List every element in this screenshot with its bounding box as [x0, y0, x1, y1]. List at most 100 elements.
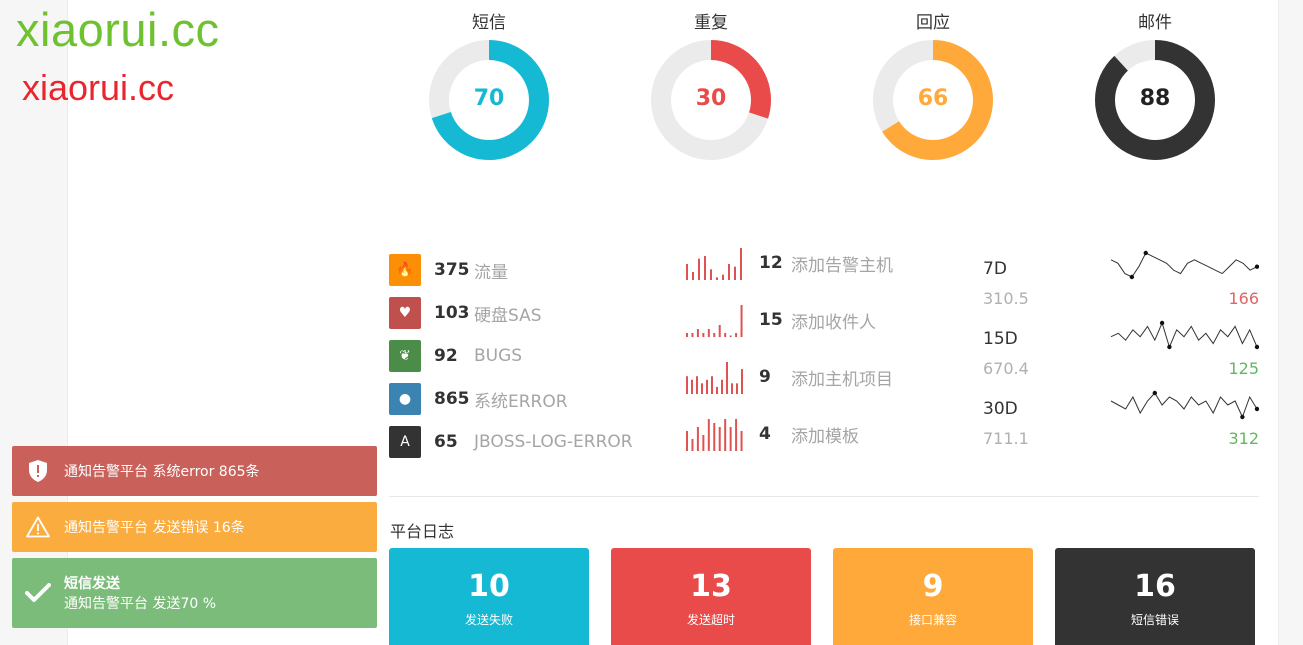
trend-30d: 30D 711.1 312 [983, 390, 1259, 459]
section-title: 平台日志 [390, 522, 455, 541]
spark-bar [724, 419, 727, 451]
donut-value: 88 [1139, 86, 1171, 111]
tile-value: 9 [922, 569, 944, 604]
spark-label: 添加主机项目 [791, 369, 893, 390]
stat-jboss-error: A 65 JBOSS-LOG-ERROR [389, 426, 633, 458]
stat-system-error: ● 865 系统ERROR [389, 383, 568, 415]
spark-label: 添加告警主机 [791, 255, 893, 276]
spark-bar [722, 274, 724, 280]
road-icon: A [389, 426, 421, 458]
spark-bar [686, 264, 688, 280]
spark-bar [706, 379, 708, 394]
sparkline-marker [1143, 250, 1148, 256]
spark-value: 15 [759, 310, 783, 330]
tile-send-timeout[interactable]: 13 发送超时 [611, 548, 811, 645]
spark-bar [691, 379, 693, 394]
spark-bar [702, 435, 705, 451]
spark-bar [707, 329, 710, 337]
watermark-small: xiaorui.cc [22, 67, 175, 108]
spark-bar [735, 419, 738, 451]
sparkline-path [1110, 392, 1258, 419]
notification-system-error[interactable]: 通知告警平台 系统error 865条 [12, 446, 377, 496]
stat-disk: ♥ 103 硬盘SAS [389, 297, 542, 329]
sparkline-path [1110, 321, 1258, 349]
trend-period: 15D [983, 329, 1018, 349]
trend-value: 125 [1228, 359, 1259, 378]
spark-bar [686, 376, 688, 394]
spark-bar [698, 258, 700, 280]
line-sparkline [1110, 320, 1259, 350]
spark-bar [701, 383, 703, 394]
stat-label: JBOSS-LOG-ERROR [474, 432, 633, 452]
donut-mail: 邮件 88 [1093, 10, 1217, 162]
spark-bar [728, 264, 730, 280]
spark-bar [686, 333, 688, 337]
spark-bar [729, 335, 732, 337]
spark-bar [735, 333, 738, 337]
spark-bar [713, 423, 716, 451]
spark-bar [741, 369, 743, 394]
notification-text: 通知告警平台 发送70 % [64, 596, 217, 612]
spark-bar [716, 386, 718, 394]
notification-text: 通知告警平台 系统error 865条 [64, 464, 260, 480]
spark-bar [724, 333, 727, 337]
bar-sparkline [686, 362, 743, 394]
spark-bar [729, 427, 732, 451]
spark-bar [740, 431, 743, 451]
trend-value: 312 [1228, 429, 1259, 448]
sparkline-marker [1254, 406, 1259, 412]
spark-value: 9 [759, 367, 771, 387]
tile-label: 短信错误 [1130, 613, 1179, 627]
donut-value: 30 [695, 86, 727, 111]
tile-value: 13 [690, 569, 732, 604]
check-icon [12, 583, 64, 603]
spark-value: 12 [759, 253, 783, 273]
sparkline-marker [1152, 390, 1157, 396]
donut-label: 短信 [472, 13, 506, 33]
section-divider [389, 496, 1259, 497]
donut-label: 重复 [694, 13, 728, 33]
stat-label: 硬盘SAS [474, 305, 542, 326]
spark-bar [740, 248, 742, 280]
sparkline-marker [1254, 344, 1259, 350]
spark-bar [711, 376, 713, 394]
stat-value: 92 [434, 346, 458, 366]
sparkline-path [1110, 252, 1258, 278]
spark-bar [704, 256, 706, 280]
spark-bar [716, 277, 718, 280]
trend-value: 166 [1228, 289, 1259, 308]
sparkline-marker [1129, 274, 1135, 280]
spark-add-host: 12 添加告警主机 [685, 246, 893, 280]
spark-bar [692, 272, 694, 280]
stat-label: 流量 [474, 262, 508, 283]
spark-add-host-item: 9 添加主机项目 [685, 360, 893, 394]
bar-sparkline [686, 248, 742, 280]
spark-add-template: 4 添加模板 [685, 417, 859, 451]
notification-send-error[interactable]: 通知告警平台 发送错误 16条 [12, 502, 377, 552]
tile-label: 发送超时 [686, 613, 735, 627]
spark-bar [718, 427, 721, 451]
donut-value: 66 [917, 86, 949, 111]
fire-icon: 🔥 [389, 254, 421, 286]
tile-send-failed[interactable]: 10 发送失败 [389, 548, 589, 645]
notification-sms-send[interactable]: 短信发送 通知告警平台 发送70 % [12, 558, 377, 628]
trend-sub-value: 310.5 [983, 289, 1029, 308]
trend-period: 30D [983, 399, 1018, 419]
spark-bar [736, 383, 738, 394]
spark-bar [734, 266, 736, 280]
sparkline-marker [1167, 344, 1172, 350]
tile-value: 16 [1134, 569, 1176, 604]
donut-label: 邮件 [1138, 13, 1172, 33]
spark-bar [710, 269, 712, 280]
watermark-large: xiaorui.cc [16, 3, 220, 56]
right-scroll-gutter[interactable] [1278, 0, 1303, 645]
stat-traffic: 🔥 375 流量 [389, 254, 508, 286]
tile-value: 10 [468, 569, 510, 604]
stat-label: 系统ERROR [474, 391, 568, 412]
tile-sms-error[interactable]: 16 短信错误 [1055, 548, 1255, 645]
spark-value: 4 [759, 424, 771, 444]
spark-bar [686, 431, 688, 451]
tile-interface-compat[interactable]: 9 接口兼容 [833, 548, 1033, 645]
line-sparkline [1110, 250, 1259, 280]
donut-response: 回应 66 [871, 10, 995, 162]
